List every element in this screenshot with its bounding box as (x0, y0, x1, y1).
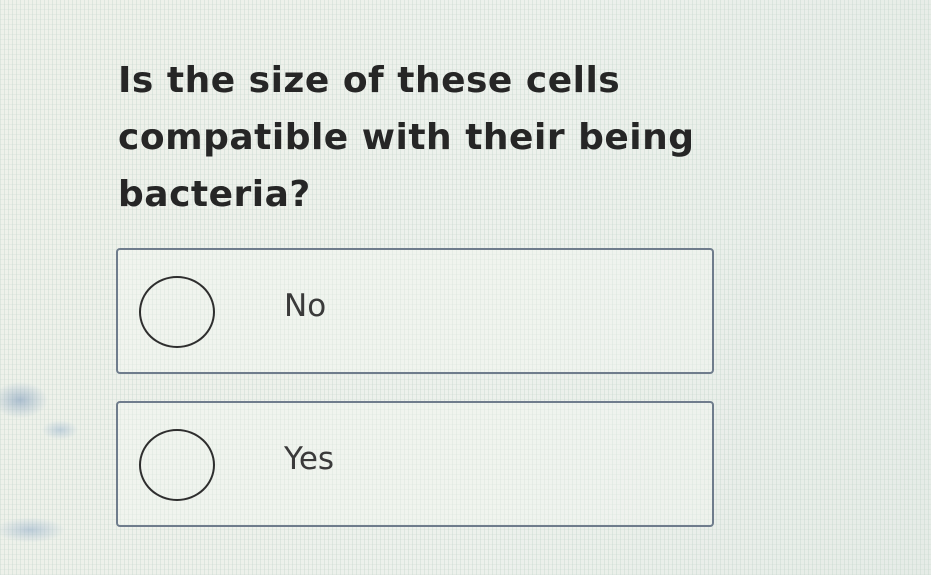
answer-label-yes: Yes (284, 441, 335, 477)
question-text: Is the size of these cells compatible wi… (118, 60, 695, 215)
radio-button-no[interactable] (139, 276, 215, 348)
answer-label-no: No (284, 288, 327, 324)
answer-option-yes[interactable]: Yes (116, 401, 714, 527)
answer-option-no[interactable]: No (116, 248, 714, 374)
background-smudge (0, 330, 120, 575)
radio-button-yes[interactable] (139, 429, 215, 501)
